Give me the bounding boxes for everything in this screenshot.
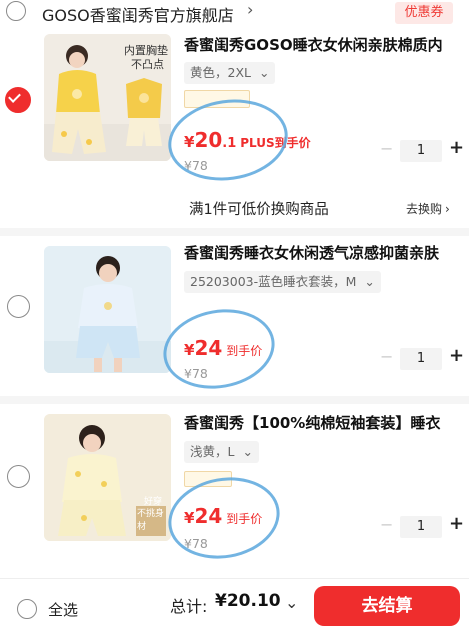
item-3-qty-minus-button[interactable]: − xyxy=(380,515,393,534)
item-1-annotation-circle xyxy=(163,92,293,188)
select-all-label[interactable]: 全选 xyxy=(48,599,78,620)
total-label: 总计: xyxy=(170,597,208,616)
item-3-thumbnail[interactable]: 好穿 不挑身材 xyxy=(44,414,171,541)
item-1-checkbox[interactable] xyxy=(5,87,31,113)
section-divider xyxy=(0,396,469,404)
item-2-pajama-image xyxy=(44,246,171,373)
store-select-radio[interactable] xyxy=(6,1,26,21)
chevron-right-icon: › xyxy=(445,202,450,216)
section-divider xyxy=(0,228,469,236)
item-3-annotation-circle xyxy=(161,468,287,568)
coupon-button[interactable]: 优惠券 xyxy=(395,2,453,24)
item-1-thumb-caption-2: 不凸点 xyxy=(131,58,164,71)
item-2-qty-minus-button[interactable]: − xyxy=(380,347,393,366)
select-all-checkbox[interactable] xyxy=(17,599,37,619)
store-name[interactable]: GOSO香蜜闺秀官方旗舰店 xyxy=(42,2,234,26)
item-1-spec-selector[interactable]: 黄色，2XL ⌄ xyxy=(184,62,276,84)
item-2-thumbnail[interactable] xyxy=(44,246,171,373)
promo-link[interactable]: 去换购 › xyxy=(406,200,450,217)
item-1-title[interactable]: 香蜜闺秀GOSO睡衣女休闲亲肤棉质内 xyxy=(184,34,469,55)
item-1-qty-minus-button[interactable]: − xyxy=(380,139,393,158)
item-2-spec-selector[interactable]: 25203003-蓝色睡衣套装，M ⌄ xyxy=(184,271,381,293)
item-3-thumb-caption-2: 不挑身材 xyxy=(137,509,165,532)
item-1-qty-plus-button[interactable]: + xyxy=(449,137,464,158)
item-2-qty-plus-button[interactable]: + xyxy=(449,345,464,366)
item-3-qty-input[interactable]: 1 xyxy=(400,516,442,538)
checkout-button[interactable]: 去结算 xyxy=(314,586,460,626)
total-value: ¥20.10 xyxy=(215,591,281,611)
item-3-spec-selector[interactable]: 浅黄，L ⌄ xyxy=(184,441,259,463)
promo-text: 满1件可低价换购商品 xyxy=(189,202,329,218)
total-detail-chevron-icon[interactable]: ⌄ xyxy=(285,593,298,612)
checkout-bar: 全选 总计: ¥20.10 ⌄ 去结算 xyxy=(0,578,469,626)
checkout-button-label: 去结算 xyxy=(361,596,413,616)
item-3-checkbox[interactable] xyxy=(7,465,30,488)
item-2-checkbox[interactable] xyxy=(7,295,30,318)
store-chevron-icon[interactable]: › xyxy=(247,0,253,19)
chevron-down-icon: ⌄ xyxy=(242,444,253,459)
item-2-qty-input[interactable]: 1 xyxy=(400,348,442,370)
item-3-title[interactable]: 香蜜闺秀【100%纯棉短袖套装】睡衣 xyxy=(184,412,469,433)
chevron-down-icon: ⌄ xyxy=(258,65,270,80)
chevron-down-icon: ⌄ xyxy=(364,274,375,289)
item-3-qty-plus-button[interactable]: + xyxy=(449,513,464,534)
item-2-title[interactable]: 香蜜闺秀睡衣女休闲透气凉感抑菌亲肤 xyxy=(184,242,469,263)
item-2-spec-text: 25203003-蓝色睡衣套装，M xyxy=(190,274,357,289)
item-3-spec-text: 浅黄，L xyxy=(190,444,235,459)
item-2-annotation-circle xyxy=(157,300,281,398)
item-1-thumbnail[interactable]: 内置胸垫 不凸点 xyxy=(44,34,171,161)
promo-link-label: 去换购 xyxy=(406,202,443,216)
item-1-qty-input[interactable]: 1 xyxy=(400,140,442,162)
item-1-spec-text: 黄色，2XL xyxy=(190,65,251,80)
